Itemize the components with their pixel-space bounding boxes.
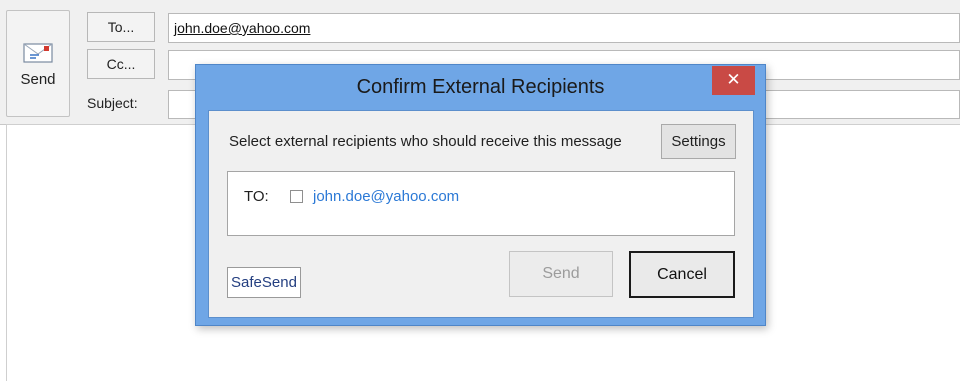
dialog-title: Confirm External Recipients	[356, 76, 605, 98]
settings-button[interactable]: Settings	[661, 124, 736, 159]
safesend-logo: SafeSend	[227, 267, 301, 298]
subject-label: Subject:	[87, 95, 138, 111]
cancel-button[interactable]: Cancel	[629, 251, 735, 298]
dialog-prompt: Select external recipients who should re…	[229, 133, 622, 150]
envelope-send-icon	[23, 43, 53, 63]
confirm-dialog: Confirm External Recipients ✕ Select ext…	[195, 64, 766, 326]
dialog-content: Select external recipients who should re…	[208, 110, 754, 318]
recipient-type-label: TO:	[244, 188, 269, 205]
recipient-checkbox[interactable]	[290, 190, 303, 203]
send-button[interactable]: Send	[6, 10, 70, 117]
to-recipient[interactable]: john.doe@yahoo.com	[174, 20, 310, 36]
to-field[interactable]: john.doe@yahoo.com	[168, 13, 960, 43]
send-label: Send	[20, 71, 56, 88]
close-icon[interactable]: ✕	[712, 66, 755, 95]
recipient-address[interactable]: john.doe@yahoo.com	[313, 188, 459, 205]
to-button[interactable]: To...	[87, 12, 155, 42]
recipient-list: TO: john.doe@yahoo.com	[227, 171, 735, 236]
dialog-send-button[interactable]: Send	[509, 251, 613, 297]
cc-button[interactable]: Cc...	[87, 49, 155, 79]
